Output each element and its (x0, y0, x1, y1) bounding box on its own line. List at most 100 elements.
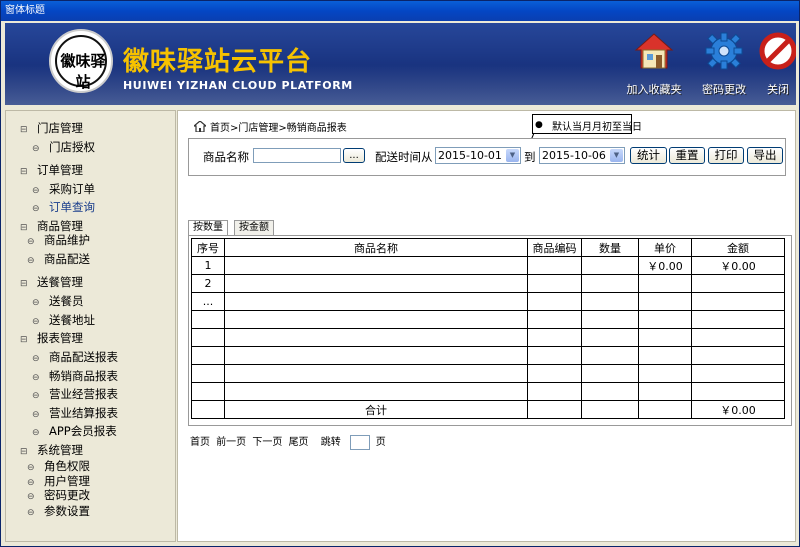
tree-item-parameter-settings[interactable]: ⊖ 参数设置 (27, 503, 90, 519)
table-cell (691, 364, 785, 383)
col-header: 金额 (691, 238, 785, 257)
table-cell (224, 364, 528, 383)
home-icon[interactable] (192, 120, 208, 135)
tree-group-system[interactable]: ⊟ 系统管理 (20, 442, 83, 458)
sidebar-tree: ⊟ 门店管理 ⊖ 门店授权 ⊟ 订单管理 ⊖ 采购订单 ⊖ 订单查询 ⊟ 商品管理 ⊖ 商品维… (5, 110, 176, 542)
export-button[interactable]: 导出 (747, 147, 783, 164)
date-from-select[interactable]: 2015-10-01 ▼ (435, 147, 521, 164)
tree-item-order-query[interactable]: ⊖ 订单查询 (32, 199, 95, 215)
collapse-icon: ⊟ (20, 167, 28, 177)
table-cell (638, 382, 692, 401)
table-row[interactable] (191, 382, 785, 401)
table-cell (527, 256, 582, 275)
table-cell (691, 382, 785, 401)
breadcrumb: 首页>门店管理>畅销商品报表 (192, 119, 347, 135)
table-cell: ￥0.00 (691, 256, 785, 275)
tree-group-store[interactable]: ⊟ 门店管理 (20, 120, 83, 136)
table-cell (581, 382, 639, 401)
collapse-icon: ⊟ (20, 447, 28, 457)
gear-icon (704, 31, 744, 71)
chevron-down-icon[interactable]: ▼ (610, 149, 623, 162)
table-row[interactable] (191, 310, 785, 329)
table-cell (224, 328, 528, 347)
tree-item-product-maintain[interactable]: ⊖ 商品维护 (27, 232, 90, 248)
tree-group-delivery[interactable]: ⊟ 送餐管理 (20, 274, 83, 290)
total-row: 合计 ￥0.00 (191, 400, 785, 419)
bullet-icon: ● (535, 120, 543, 130)
table-cell (527, 274, 582, 293)
collapse-icon: ⊟ (20, 335, 28, 345)
table-cell (581, 400, 639, 419)
table-row[interactable]: 1 ￥0.00 ￥0.00 (191, 256, 785, 275)
tree-item-product-delivery[interactable]: ⊖ 商品配送 (27, 251, 90, 267)
table-row[interactable] (191, 346, 785, 365)
table-cell (638, 310, 692, 329)
chevron-down-icon[interactable]: ▼ (506, 149, 519, 162)
table-row[interactable]: 2 (191, 274, 785, 293)
col-header: 商品名称 (224, 238, 528, 257)
reset-button[interactable]: 重置 (669, 147, 705, 164)
tree-item-operation-report[interactable]: ⊖ 营业经营报表 (32, 386, 118, 402)
table-cell (638, 328, 692, 347)
window-title: 窗体标题 (1, 1, 799, 21)
product-name-input[interactable] (253, 148, 341, 163)
tab-by-amount[interactable]: 按金额 (234, 220, 274, 235)
tree-group-orders[interactable]: ⊟ 订单管理 (20, 162, 83, 178)
add-favorites-button[interactable]: 加入收藏夹 (619, 31, 689, 103)
leaf-icon: ⊖ (32, 354, 40, 364)
header-banner: 徽味驿站 徽味驿站云平台 HUIWEI YIZHAN CLOUD PLATFOR… (5, 23, 796, 105)
table-cell (527, 400, 582, 419)
table-row[interactable] (191, 364, 785, 383)
table-cell (224, 382, 528, 401)
leaf-icon: ⊖ (32, 410, 40, 420)
table-cell (224, 310, 528, 329)
tree-item-settlement-report[interactable]: ⊖ 营业结算报表 (32, 405, 118, 421)
tree-item-courier[interactable]: ⊖ 送餐员 (32, 293, 84, 309)
leaf-icon: ⊖ (32, 373, 40, 383)
stats-button[interactable]: 统计 (630, 147, 667, 164)
tree-item-bestseller-report[interactable]: ⊖ 畅销商品报表 (32, 368, 118, 384)
date-from-label: 配送时间从 (375, 150, 433, 164)
table-cell (527, 328, 582, 347)
browse-button[interactable]: ... (343, 148, 365, 163)
total-label: 合计 (224, 400, 528, 419)
tree-item-password-change[interactable]: ⊖ 密码更改 (27, 487, 90, 503)
report-grid: 序号 商品名称 商品编码 数量 单价 金额 1 ￥0.00 ￥0.00 2 ..… (188, 235, 792, 426)
table-cell: ￥0.00 (638, 256, 692, 275)
brand-subtitle: HUIWEI YIZHAN CLOUD PLATFORM (123, 79, 353, 92)
tree-item-store-auth[interactable]: ⊖ 门店授权 (32, 139, 95, 155)
first-page-link[interactable]: 首页 (190, 437, 210, 448)
table-cell (638, 274, 692, 293)
date-to-select[interactable]: 2015-10-06 ▼ (539, 147, 625, 164)
table-cell (527, 382, 582, 401)
close-button[interactable]: 关闭 (743, 31, 796, 103)
tree-item-purchase-order[interactable]: ⊖ 采购订单 (32, 181, 95, 197)
tree-item-delivery-report[interactable]: ⊖ 商品配送报表 (32, 349, 118, 365)
tree-group-reports[interactable]: ⊟ 报表管理 (20, 330, 83, 346)
brand-title: 徽味驿站云平台 (123, 47, 313, 77)
close-label: 关闭 (767, 83, 789, 96)
tree-item-role-permission[interactable]: ⊖ 角色权限 (27, 458, 90, 474)
table-cell (191, 310, 225, 329)
table-row[interactable] (191, 328, 785, 347)
prev-page-link[interactable]: 前一页 (216, 437, 246, 448)
last-page-link[interactable]: 尾页 (289, 437, 309, 448)
table-row[interactable]: ... (191, 292, 785, 311)
leaf-icon: ⊖ (27, 492, 35, 502)
leaf-icon: ⊖ (32, 317, 40, 327)
tree-item-app-member-report[interactable]: ⊖ APP会员报表 (32, 423, 117, 439)
table-cell (191, 364, 225, 383)
main-panel: 首页>门店管理>畅销商品报表 ● 默认当月月初至当日 商品名称 ... 配送时间… (177, 110, 796, 542)
next-page-link[interactable]: 下一页 (252, 437, 282, 448)
col-header: 数量 (581, 238, 639, 257)
print-button[interactable]: 打印 (708, 147, 744, 164)
close-icon (758, 31, 796, 71)
table-cell (691, 346, 785, 365)
table-cell (191, 400, 225, 419)
leaf-icon: ⊖ (32, 298, 40, 308)
tab-by-quantity[interactable]: 按数量 (188, 220, 228, 236)
table-cell: 1 (191, 256, 225, 275)
tree-item-delivery-address[interactable]: ⊖ 送餐地址 (32, 312, 95, 328)
page-jump-input[interactable] (349, 434, 370, 450)
collapse-icon: ⊟ (20, 279, 28, 289)
